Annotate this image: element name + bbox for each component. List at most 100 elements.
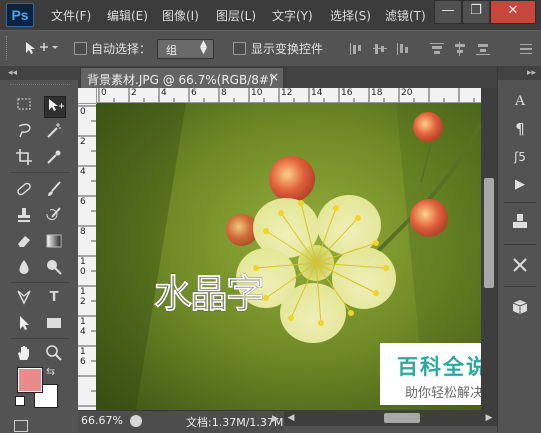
marquee-tool-icon[interactable]	[14, 96, 34, 116]
menu-type[interactable]: 文字(Y)	[272, 7, 313, 24]
ruler-label: 2	[80, 137, 86, 147]
align-bottom-icon[interactable]	[396, 42, 410, 56]
watermark-title: 百科全说	[397, 355, 489, 379]
panel-dock: ▸▸ A ¶ ʃ5 ▶	[497, 66, 541, 432]
healing-brush-tool-icon[interactable]	[14, 180, 34, 200]
menu-filter[interactable]: 滤镜(T)	[385, 7, 426, 24]
default-colors-icon[interactable]	[15, 396, 25, 406]
show-transform-checkbox[interactable]	[233, 42, 246, 55]
ruler-label: 1	[80, 287, 86, 297]
watermark-subtitle: 助你轻松解决	[405, 386, 484, 401]
menu-bar: Ps 文件(F) 编辑(E) 图像(I) 图层(L) 文字(Y) 选择(S) 滤…	[0, 0, 541, 30]
actions-panel-icon[interactable]: ▶	[509, 174, 531, 196]
auto-select-label: 自动选择：	[91, 42, 152, 56]
menu-file[interactable]: 文件(F)	[51, 7, 91, 24]
paragraph-panel-icon[interactable]: ¶	[509, 118, 531, 140]
photoshop-logo: Ps	[6, 3, 34, 27]
zoom-level[interactable]: 66.67%	[81, 414, 123, 427]
lasso-tool-icon[interactable]	[14, 122, 34, 142]
options-grip[interactable]	[6, 36, 13, 60]
foreground-color-swatch[interactable]	[17, 367, 43, 393]
document-tab[interactable]: 背景素材.JPG @ 66.7%(RGB/8#) ×	[80, 67, 284, 89]
document-tab-title: 背景素材.JPG @ 66.7%(RGB/8#)	[87, 73, 274, 87]
document-tab-close-icon[interactable]: ×	[269, 70, 279, 84]
ruler-label: 4	[80, 327, 86, 337]
vertical-scroll-thumb[interactable]	[484, 178, 494, 288]
share-icon[interactable]	[130, 415, 142, 427]
minimize-button[interactable]: —	[434, 0, 462, 24]
swap-colors-icon[interactable]: ⇆	[46, 365, 55, 378]
pen-tool-icon[interactable]	[14, 288, 34, 308]
menu-edit[interactable]: 编辑(E)	[107, 7, 148, 24]
align-left-icon[interactable]	[430, 42, 444, 56]
show-transform-label: 显示变换控件	[251, 42, 324, 56]
panel-divider	[504, 202, 536, 203]
tools-divider	[10, 338, 70, 339]
path-selection-tool-icon[interactable]	[14, 314, 34, 334]
tool-presets-icon[interactable]	[509, 256, 531, 278]
close-button[interactable]: ✕	[490, 0, 536, 24]
ruler-label: 4	[161, 88, 167, 98]
tools-collapse-icon[interactable]: ◂◂	[0, 66, 78, 80]
align-top-icon[interactable]	[349, 42, 363, 56]
restore-button[interactable]: ❐	[462, 0, 490, 24]
vertical-ruler: 0 2 4 6 8 1 0 1 2 1 4 1 6	[78, 88, 97, 410]
tools-divider	[10, 282, 70, 283]
crop-tool-icon[interactable]	[14, 148, 34, 168]
ruler-label: 0	[80, 107, 86, 117]
3d-panel-icon[interactable]	[509, 298, 531, 320]
ruler-label: 2	[131, 88, 137, 98]
ruler-label: 14	[311, 88, 323, 98]
blur-tool-icon[interactable]	[14, 258, 34, 278]
horizontal-scrollbar[interactable]: ◀ ▶	[284, 410, 497, 426]
menu-select[interactable]: 选择(S)	[330, 7, 371, 24]
move-tool-icon[interactable]	[44, 96, 66, 118]
history-brush-tool-icon[interactable]	[44, 206, 64, 226]
auto-select-checkbox[interactable]	[74, 42, 87, 55]
rectangle-tool-icon[interactable]	[44, 314, 64, 334]
ruler-label: 0	[101, 88, 107, 98]
gradient-tool-icon[interactable]	[44, 232, 64, 252]
ruler-label: 6	[80, 197, 86, 207]
zoom-tool-icon[interactable]	[44, 344, 64, 364]
menu-image[interactable]: 图像(I)	[162, 7, 199, 24]
ruler-label: 2	[80, 297, 86, 307]
ruler-origin[interactable]	[78, 88, 97, 104]
align-vcenter-icon[interactable]	[373, 42, 387, 56]
distribute-icon[interactable]	[519, 42, 533, 56]
eraser-tool-icon[interactable]	[14, 232, 34, 252]
brush-tool-icon[interactable]	[44, 180, 64, 200]
clone-stamp-tool-icon[interactable]	[14, 206, 34, 226]
ruler-label: 8	[80, 227, 86, 237]
move-tool-preset-icon[interactable]	[24, 40, 58, 56]
ruler-label: 16	[341, 88, 353, 98]
quick-mask-icon[interactable]	[14, 420, 28, 432]
hand-tool-icon[interactable]	[14, 344, 34, 364]
text-selection-highlight: 水晶字	[154, 272, 265, 317]
align-right-icon[interactable]	[476, 42, 490, 56]
panel-divider	[504, 244, 536, 245]
horizontal-scroll-thumb[interactable]	[384, 413, 420, 423]
ruler-label: 10	[251, 88, 263, 98]
character-panel-icon[interactable]: A	[509, 90, 531, 112]
menu-layer[interactable]: 图层(L)	[216, 7, 256, 24]
character-styles-icon[interactable]: ʃ5	[509, 146, 531, 168]
document-size-info[interactable]: 文档:1.37M/1.37M	[186, 414, 283, 430]
scroll-left-icon[interactable]: ◀	[284, 410, 298, 426]
magic-wand-tool-icon[interactable]	[44, 122, 64, 142]
ruler-label: 1	[80, 347, 86, 357]
type-tool-icon[interactable]: T	[44, 288, 64, 308]
dodge-tool-icon[interactable]	[44, 258, 64, 278]
horizontal-ruler: 0 2 4 6 8 10 12 14 16 18 20	[96, 88, 481, 103]
scroll-right-icon[interactable]: ▶	[482, 410, 496, 426]
status-menu-arrow-icon[interactable]: ▶	[272, 414, 279, 424]
auto-select-dropdown[interactable]: 组 ▲ ▼	[157, 39, 214, 59]
clone-source-icon[interactable]	[509, 212, 531, 234]
tools-grip	[10, 84, 70, 86]
align-hcenter-icon[interactable]	[453, 42, 467, 56]
ruler-label: 18	[371, 88, 383, 98]
eyedropper-tool-icon[interactable]	[44, 148, 64, 168]
ruler-label: 1	[80, 317, 86, 327]
panel-collapse-icon[interactable]: ▸▸	[498, 66, 541, 80]
vertical-scrollbar[interactable]	[481, 88, 497, 410]
